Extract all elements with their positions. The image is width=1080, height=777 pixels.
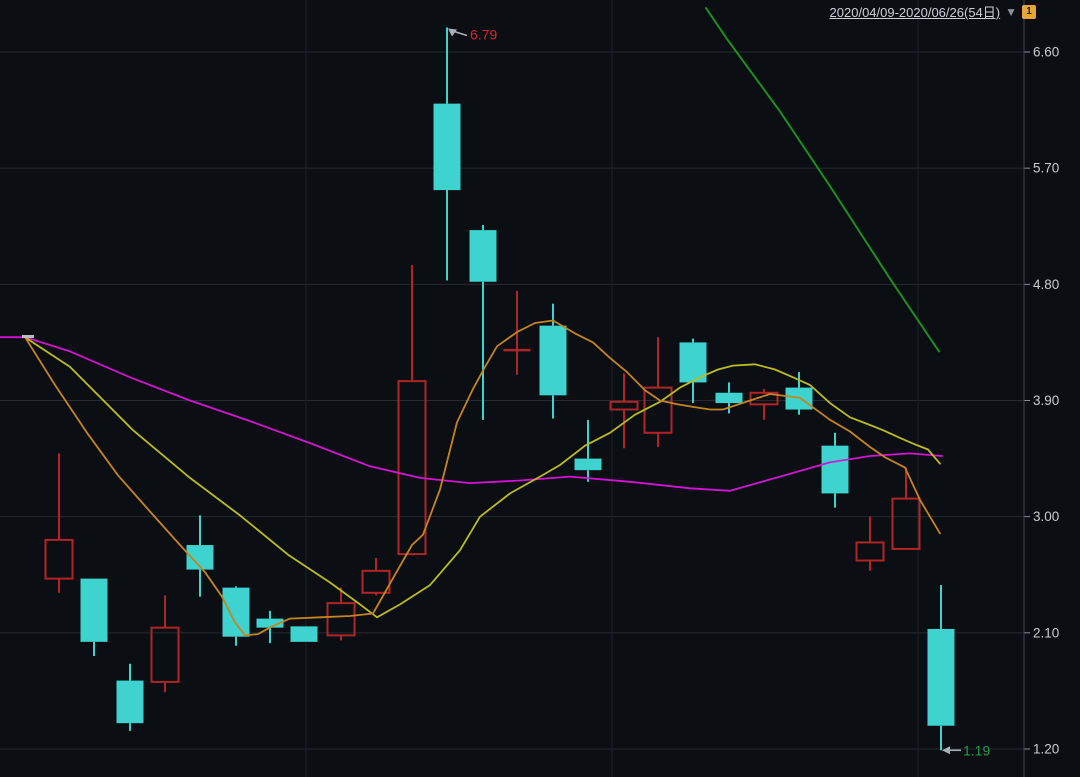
candlestick xyxy=(611,373,638,448)
high-price-label: 6.79 xyxy=(470,26,497,42)
candle-body xyxy=(291,626,318,641)
candlestick xyxy=(680,339,707,404)
y-axis-label: 3.90 xyxy=(1033,393,1059,408)
y-axis-label: 1.20 xyxy=(1033,741,1059,756)
candlestick xyxy=(223,586,250,645)
candle-body xyxy=(363,571,390,593)
info-badge-icon[interactable]: 1 xyxy=(1022,5,1036,19)
candle-body xyxy=(470,230,497,282)
candlestick xyxy=(46,453,73,592)
candle-body xyxy=(893,499,920,549)
candle-body xyxy=(716,393,743,403)
candlestick xyxy=(81,579,108,656)
y-axis-label: 6.60 xyxy=(1033,45,1059,60)
candlestick xyxy=(291,626,318,641)
candlestick xyxy=(152,595,179,692)
candle-body xyxy=(857,542,884,560)
candlestick xyxy=(893,468,920,549)
candle-body xyxy=(152,628,179,682)
candlestick xyxy=(117,664,144,731)
first-point-marker xyxy=(22,335,34,338)
candlestick xyxy=(786,372,813,415)
candle-body xyxy=(328,603,355,635)
date-range-selector[interactable]: 2020/04/09-2020/06/26(54日) ▼ 1 xyxy=(830,2,1036,21)
candlestick xyxy=(434,27,461,280)
y-axis-label: 5.70 xyxy=(1033,161,1059,176)
candlestick xyxy=(399,265,426,555)
low-price-label: 1.19 xyxy=(963,742,990,758)
candlestick xyxy=(751,389,778,420)
candle-body xyxy=(223,588,250,637)
trendline-line xyxy=(706,8,939,351)
chevron-down-icon[interactable]: ▼ xyxy=(1005,6,1017,18)
candle-body xyxy=(117,681,144,724)
chart-canvas[interactable]: 6.60 5.70 4.80 3.90 3.00 2.10 1.20 6.79 1.19 xyxy=(0,0,1080,777)
candle-body xyxy=(928,629,955,726)
y-axis-label: 4.80 xyxy=(1033,277,1059,292)
candlestick xyxy=(822,433,849,508)
candlestick-chart[interactable]: 6.60 5.70 4.80 3.90 3.00 2.10 1.20 6.79 1.19 xyxy=(0,0,1080,777)
candlestick xyxy=(857,517,884,571)
candlestick xyxy=(470,225,497,420)
candle-body xyxy=(434,104,461,190)
ma-slow-line xyxy=(0,337,942,491)
candlestick xyxy=(928,585,955,750)
candle-body xyxy=(822,446,849,494)
candle-body xyxy=(645,388,672,433)
low-arrow-head xyxy=(942,746,950,754)
y-axis-label: 2.10 xyxy=(1033,625,1059,640)
candle-body xyxy=(46,540,73,579)
candle-body xyxy=(575,459,602,471)
candle-body xyxy=(540,326,567,396)
stock-chart-screen: 6.60 5.70 4.80 3.90 3.00 2.10 1.20 6.79 1.19 202… xyxy=(0,0,1080,777)
candle-body xyxy=(81,579,108,642)
candle-body xyxy=(399,381,426,554)
date-range-label[interactable]: 2020/04/09-2020/06/26(54日) xyxy=(830,2,1001,21)
candle-body xyxy=(611,402,638,410)
y-axis-label: 3.00 xyxy=(1033,509,1059,524)
